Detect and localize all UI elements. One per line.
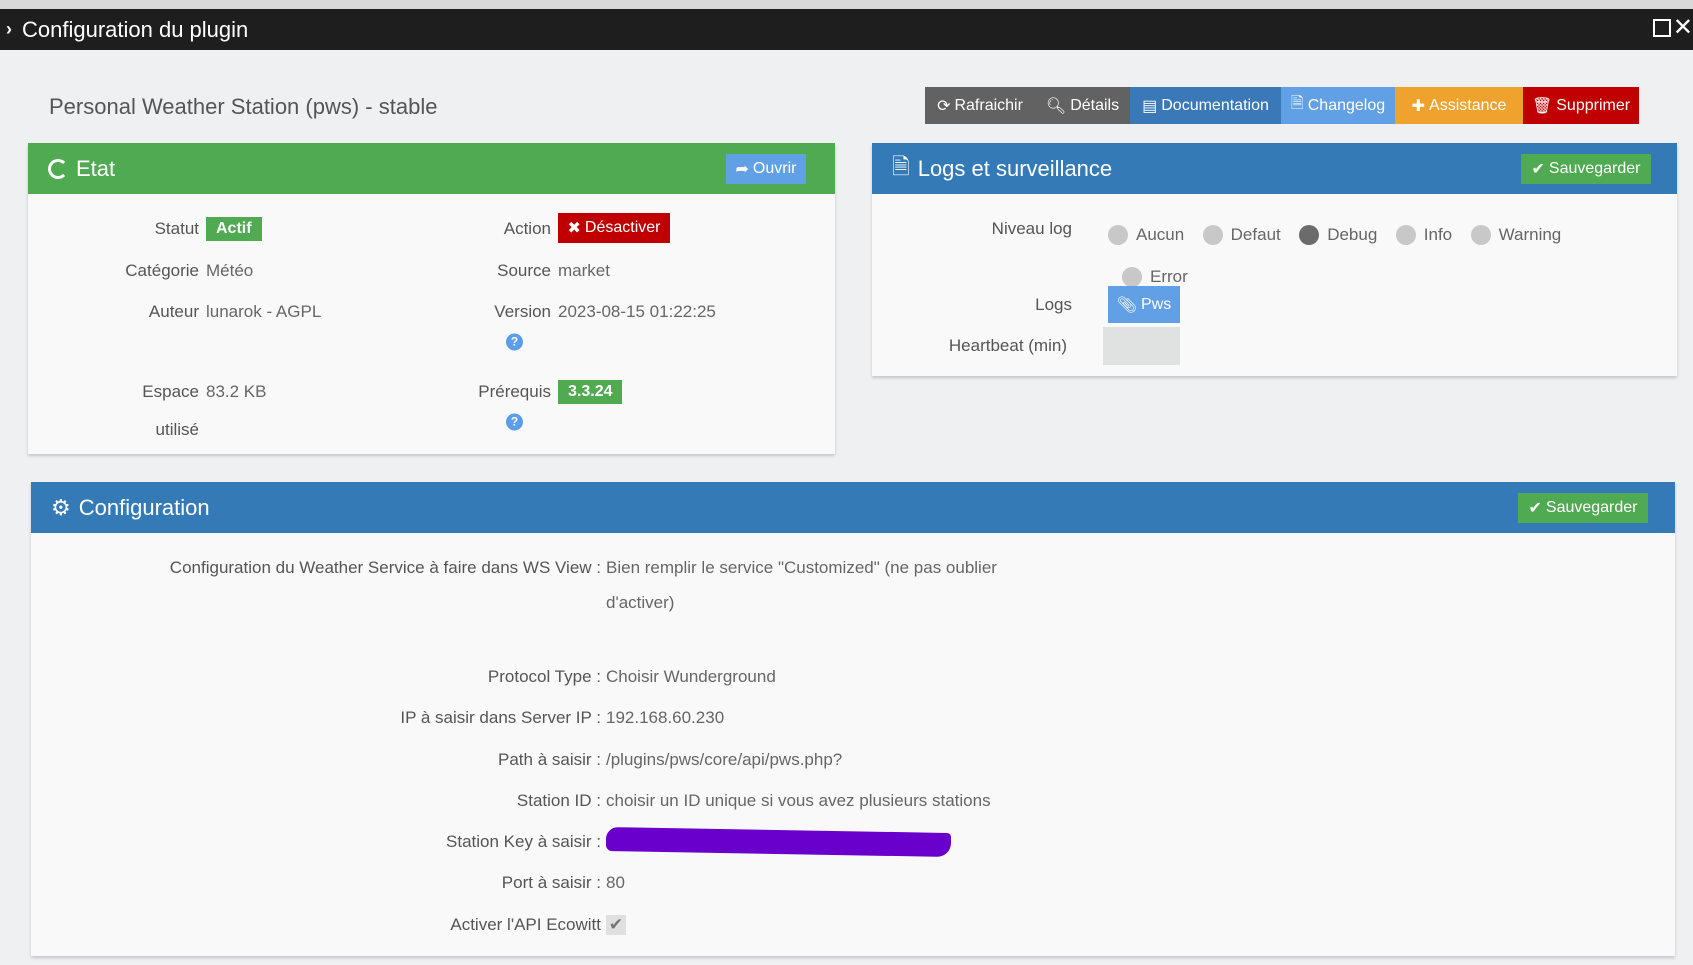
ip-value: 192.168.60.230	[606, 708, 725, 727]
espace-label: Espace	[142, 382, 199, 401]
details-button[interactable]: 🔍︎ Détails	[1035, 87, 1130, 124]
radio-warning[interactable]: Warning	[1470, 217, 1561, 253]
close-icon: ✖	[567, 220, 581, 237]
top-strip	[0, 0, 1693, 9]
logs-panel: 🗎︎ Logs et surveillance ✔ Sauvegarder Niv…	[872, 143, 1677, 376]
ws-label: Configuration du Weather Service à faire…	[169, 558, 601, 577]
close-icon[interactable]: ✕	[1673, 13, 1693, 42]
ecowitt-checkbox[interactable]: ✔	[606, 915, 626, 935]
check-circle-icon: ✔	[1528, 500, 1542, 517]
log-level-radios: Aucun Defaut Debug Info Warning Error	[1108, 217, 1588, 301]
log-pws-button[interactable]: 📎︎ Pws	[1108, 286, 1180, 323]
share-icon: ➦	[735, 161, 749, 178]
window-titlebar: › Configuration du plugin ✕	[0, 9, 1693, 50]
redacted-station-key	[606, 826, 951, 858]
version-value: 2023-08-15 01:22:25	[558, 302, 716, 321]
categorie-label: Catégorie	[125, 261, 199, 280]
espace-value: 83.2 KB	[206, 382, 267, 401]
source-value: market	[558, 261, 610, 280]
port-value: 80	[606, 873, 625, 892]
heartbeat-input[interactable]	[1103, 327, 1180, 365]
maximize-icon[interactable]	[1653, 19, 1671, 37]
etat-panel: Etat ➦ Ouvrir Statut Actif Action ✖ Désact…	[28, 143, 835, 454]
heartbeat-label: Heartbeat (min)	[948, 336, 1067, 355]
cogs-icon: ⚙	[51, 494, 71, 520]
path-label: Path à saisir :	[498, 750, 601, 769]
window-title: Configuration du plugin	[22, 16, 249, 42]
protocol-value: Choisir Wunderground	[606, 667, 776, 686]
deactivate-button[interactable]: ✖ Désactiver	[558, 213, 670, 243]
auteur-label: Auteur	[148, 302, 199, 321]
file-code-icon: 🗎︎	[1290, 95, 1304, 112]
open-button[interactable]: ➦ Ouvrir	[726, 154, 806, 184]
chevron-right-icon[interactable]: ›	[6, 19, 12, 40]
trash-icon: 🗑︎	[1531, 97, 1553, 115]
ambulance-icon: ✚	[1411, 97, 1426, 115]
source-label: Source	[497, 261, 551, 280]
protocol-label: Protocol Type :	[487, 667, 601, 686]
ws-value-2: d'activer)	[606, 593, 675, 612]
file-icon: 🗎︎	[892, 153, 910, 179]
niveau-log-label: Niveau log	[991, 219, 1072, 238]
radio-defaut[interactable]: Defaut	[1202, 217, 1281, 253]
radio-aucun[interactable]: Aucun	[1108, 217, 1184, 253]
changelog-button[interactable]: 🗎︎ Changelog	[1281, 87, 1395, 124]
path-value: /plugins/pws/core/api/pws.php?	[606, 750, 843, 769]
help-icon[interactable]: ?	[506, 333, 523, 351]
prerequis-label: Prérequis	[478, 382, 551, 401]
espace-label-2: utilisé	[155, 420, 199, 439]
statut-label: Statut	[154, 219, 199, 238]
radio-debug[interactable]: Debug	[1299, 217, 1377, 253]
prerequis-badge: 3.3.24	[558, 380, 623, 404]
auteur-value: lunarok - AGPL	[206, 302, 322, 321]
station-id-label: Station ID :	[516, 791, 601, 810]
etat-header: Etat	[28, 143, 835, 194]
station-id-value: choisir un ID unique si vous avez plusie…	[606, 791, 991, 810]
config-save-button[interactable]: ✔ Sauvegarder	[1518, 493, 1648, 523]
refresh-icon: ⟳	[937, 97, 951, 115]
version-label: Version	[494, 302, 551, 321]
ecowitt-label: Activer l'API Ecowitt	[450, 915, 601, 934]
ws-value: Bien remplir le service "Customized" (ne…	[606, 558, 997, 577]
ip-label: IP à saisir dans Server IP :	[400, 708, 601, 727]
help-icon[interactable]: ?	[506, 413, 523, 431]
search-icon: 🔍︎	[1045, 97, 1067, 115]
logs-save-button[interactable]: ✔ Sauvegarder	[1521, 154, 1651, 184]
check-circle-icon: ✔	[1531, 161, 1545, 178]
config-panel: ⚙ Configuration ✔ Sauvegarder Configurati…	[31, 482, 1675, 956]
radio-info[interactable]: Info	[1395, 217, 1452, 253]
book-icon: ▤	[1142, 97, 1158, 115]
refresh-button[interactable]: ⟳ Rafraichir	[925, 87, 1035, 124]
spinner-icon	[48, 158, 68, 179]
page-title: Personal Weather Station (pws) - stable	[49, 94, 438, 119]
assistance-button[interactable]: ✚ Assistance	[1395, 87, 1523, 124]
config-header: ⚙ Configuration	[31, 482, 1675, 533]
logs-label: Logs	[1035, 295, 1072, 314]
action-label: Action	[503, 219, 551, 238]
status-badge: Actif	[206, 217, 262, 241]
paperclip-icon: 📎︎	[1116, 296, 1138, 314]
port-label: Port à saisir :	[501, 873, 601, 892]
documentation-button[interactable]: ▤ Documentation	[1130, 87, 1281, 124]
categorie-value: Météo	[206, 261, 254, 280]
station-key-label: Station Key à saisir :	[446, 832, 601, 851]
delete-button[interactable]: 🗑︎ Supprimer	[1523, 87, 1639, 124]
